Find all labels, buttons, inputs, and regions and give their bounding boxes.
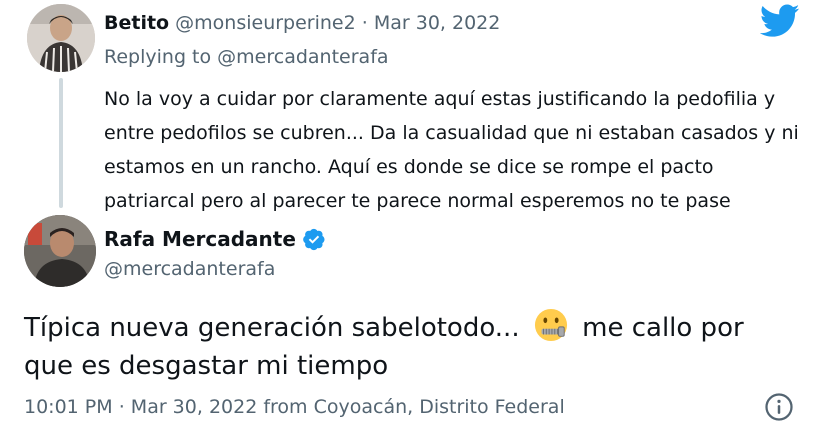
twitter-bird-icon[interactable] (760, 4, 800, 38)
replying-to-line: Replying to @mercadanterafa (104, 44, 389, 70)
verified-badge-icon[interactable] (302, 227, 326, 251)
thread-connector-line (59, 78, 63, 208)
reply-date[interactable]: Mar 30, 2022 (374, 12, 501, 34)
tweet-author-handle[interactable]: @mercadanterafa (104, 256, 275, 282)
separator-dot: · (361, 12, 368, 34)
tweet-text: Típica nueva generación sabelotodo... me… (24, 308, 794, 385)
reply-author-avatar[interactable] (27, 4, 95, 72)
reply-author-handle[interactable]: @monsieurperine2 (175, 12, 356, 34)
info-icon[interactable] (764, 392, 794, 422)
tweet-date-source[interactable]: Mar 30, 2022 from Coyoacán, Distrito Fed… (131, 396, 565, 418)
tweet-metadata: 10:01 PM · Mar 30, 2022 from Coyoacán, D… (24, 393, 565, 421)
reply-author-name[interactable]: Betito (104, 12, 169, 34)
separator-dot: · (118, 396, 125, 418)
tweet-author-name[interactable]: Rafa Mercadante (104, 225, 296, 253)
tweet-author-row: Rafa Mercadante (104, 225, 326, 253)
replying-to-mention[interactable]: @mercadanterafa (217, 46, 388, 68)
tweet-time[interactable]: 10:01 PM (24, 396, 113, 418)
zipper-mouth-face-icon (534, 308, 567, 342)
tweet-author-avatar[interactable] (24, 215, 96, 287)
reply-header: Betito @monsieurperine2 · Mar 30, 2022 (104, 10, 500, 36)
reply-text: No la voy a cuidar por claramente aquí e… (104, 88, 799, 212)
tweet-text-part-1: Típica nueva generación sabelotodo... (24, 313, 520, 343)
replying-to-label: Replying to (104, 46, 212, 68)
